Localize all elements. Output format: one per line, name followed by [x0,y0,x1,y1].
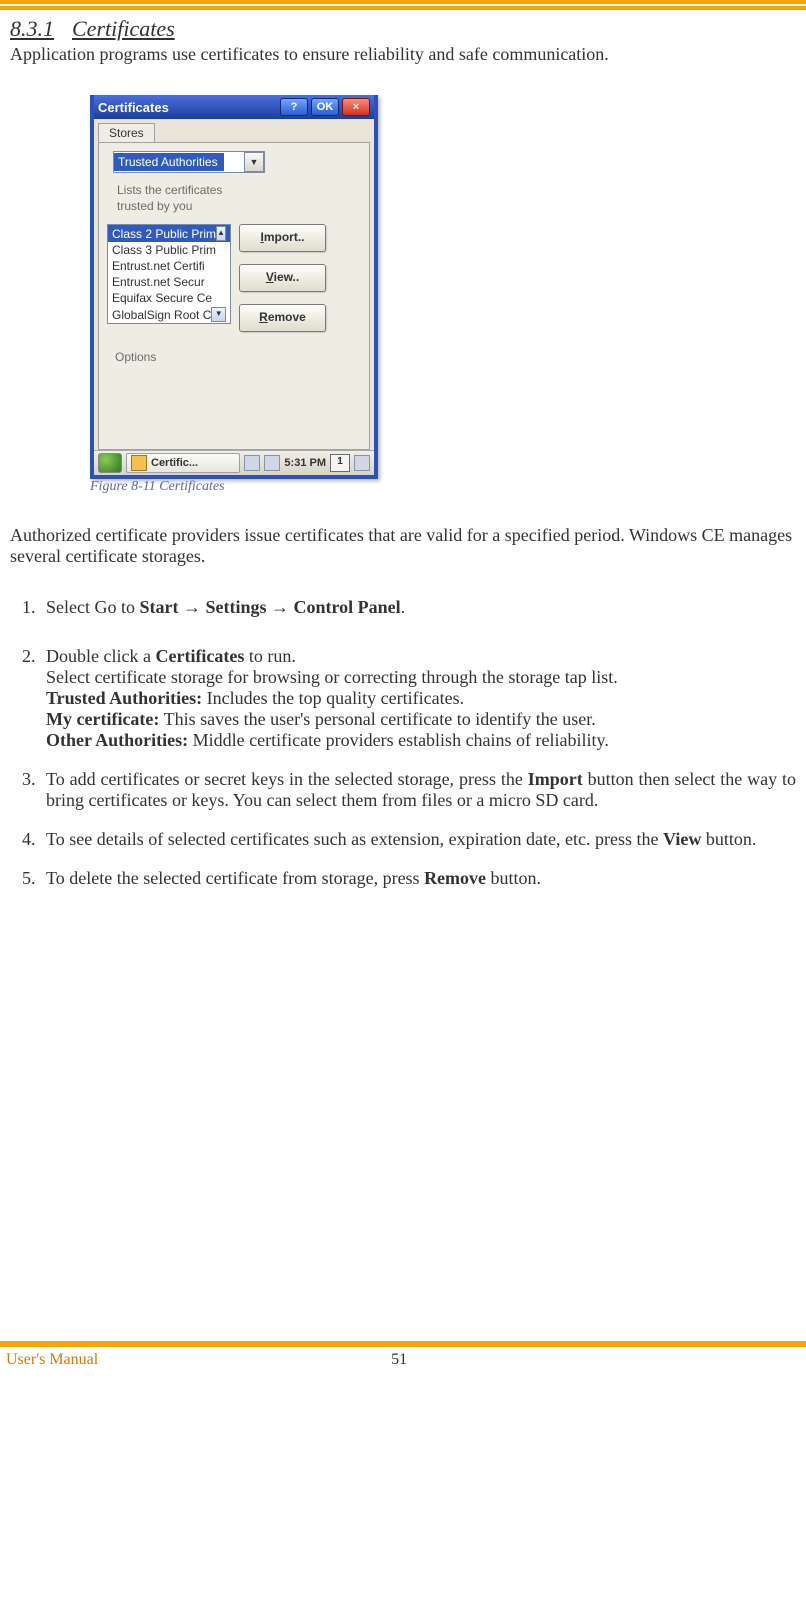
certificate-icon [131,455,147,471]
view-button[interactable]: View.. [239,264,326,292]
scroll-down-icon[interactable]: ▼ [211,307,226,322]
list-item[interactable]: Class 3 Public Prim [108,242,230,258]
tab-stores[interactable]: Stores [98,123,155,142]
spacer [10,917,796,1337]
intro-text: Application programs use certificates to… [10,44,796,65]
import-button[interactable]: Import.. [239,224,326,252]
step-3: To add certificates or secret keys in th… [40,769,796,811]
section-number: 8.3.1 [10,16,54,41]
hint-line-1: Lists the certificates [117,183,222,197]
list-item[interactable]: Equifax Secure Ce [108,290,230,306]
tray: 5:31 PM 1 [244,454,370,472]
step-1: Select Go to Start → Settings → Control … [40,597,796,618]
tray-volume-icon[interactable] [264,455,280,471]
steps-list: Select Go to Start → Settings → Control … [10,597,796,889]
store-combo[interactable]: Trusted Authorities ▼ [113,151,265,173]
certificates-dialog: Certificates ? OK × Stores Trusted Autho… [90,95,378,479]
list-item[interactable]: Entrust.net Certifi [108,258,230,274]
hint-line-2: trusted by you [117,199,192,213]
help-button[interactable]: ? [280,98,308,116]
dialog-title: Certificates [98,100,277,115]
list-item[interactable]: Class 2 Public Prim ▲ [108,225,230,242]
footer-left: User's Manual [6,1351,98,1369]
dialog-panel: Trusted Authorities ▼ Lists the certific… [98,142,370,450]
button-column: Import.. View.. Remove [239,224,326,344]
taskbar-app-label: Certific... [151,457,198,469]
remove-button[interactable]: Remove [239,304,326,332]
taskbar: Certific... 5:31 PM 1 [94,450,374,475]
page-content: 8.3.1 Certificates Application programs u… [0,16,806,1337]
dialog-titlebar: Certificates ? OK × [94,95,374,119]
top-bar [0,0,806,10]
step-4: To see details of selected certificates … [40,829,796,850]
figure-wrapper: Certificates ? OK × Stores Trusted Autho… [90,95,796,495]
bottom-bar [0,1341,806,1347]
step-5: To delete the selected certificate from … [40,868,796,889]
list-item[interactable]: Entrust.net Secur [108,274,230,290]
certificate-listbox[interactable]: Class 2 Public Prim ▲ Class 3 Public Pri… [107,224,231,324]
figure-caption: Figure 8-11 Certificates [90,479,796,495]
section-heading: 8.3.1 Certificates [10,16,796,42]
tray-network-icon[interactable] [244,455,260,471]
store-combo-selected: Trusted Authorities [114,153,224,171]
ok-button[interactable]: OK [311,98,339,116]
page-footer: User's Manual 51 [0,1351,806,1379]
tray-desktop-icon[interactable] [354,455,370,471]
start-button-icon[interactable] [98,453,122,473]
taskbar-app[interactable]: Certific... [126,453,240,473]
options-label: Options [115,350,361,364]
body-paragraph-1: Authorized certificate providers issue c… [10,525,796,567]
scroll-up-icon[interactable]: ▲ [216,226,226,241]
step-2: Double click a Certificates to run. Sele… [40,646,796,751]
store-hint: Lists the certificates trusted by you [117,183,361,214]
tray-clock: 5:31 PM [284,457,326,469]
tab-strip: Stores [94,119,374,142]
footer-page-number: 51 [98,1351,700,1369]
section-title: Certificates [72,16,175,41]
close-button[interactable]: × [342,98,370,116]
keyboard-icon[interactable]: 1 [330,454,350,472]
list-item[interactable]: GlobalSign Root C ▼ [108,306,230,323]
chevron-down-icon[interactable]: ▼ [244,152,264,172]
